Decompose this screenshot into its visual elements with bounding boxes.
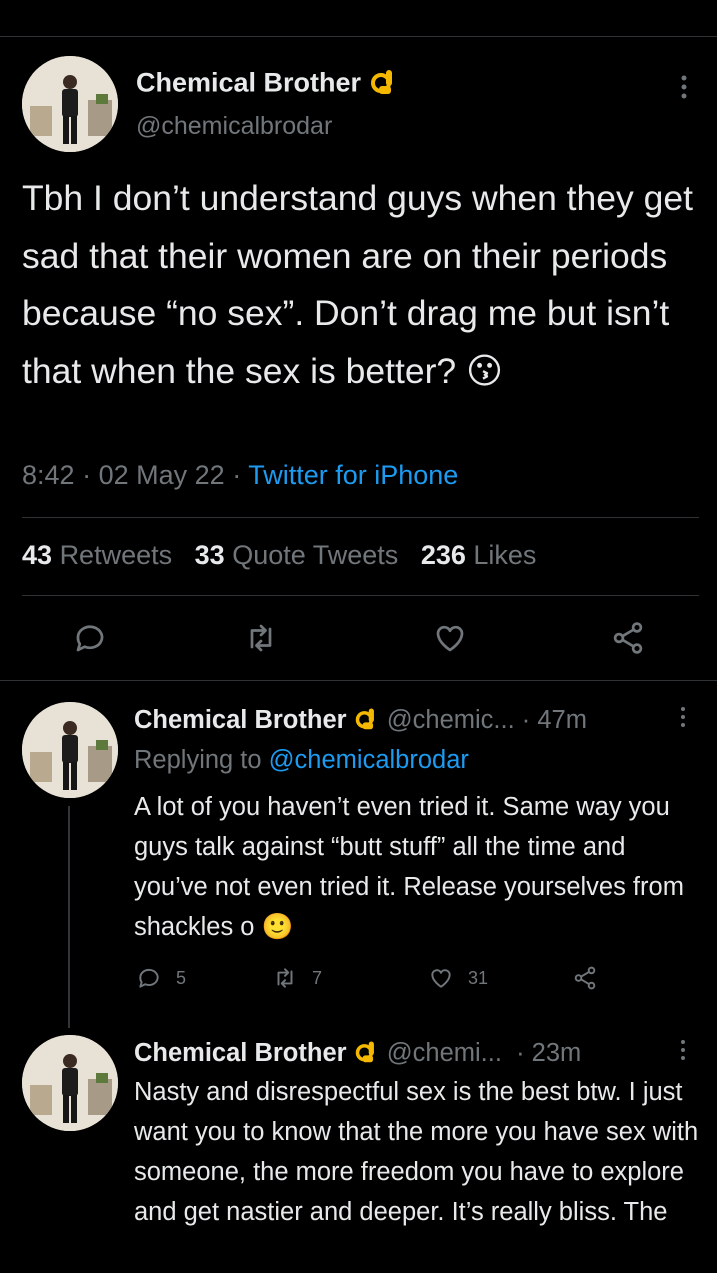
ok-hand-emoji <box>354 1038 380 1071</box>
reply-time: · 23m <box>516 1039 582 1068</box>
share-button[interactable] <box>572 965 612 991</box>
more-options-icon[interactable] <box>678 74 690 105</box>
reply-header: Chemical Brother @chemi... · 23m <box>134 1038 581 1071</box>
tweet-date: 02 May 22 <box>98 460 225 490</box>
like-button[interactable] <box>432 620 468 656</box>
likes-stat[interactable]: 236 Likes <box>421 540 537 570</box>
author-handle[interactable]: @chemicalbrodar <box>136 112 332 141</box>
avatar-photo <box>22 56 118 152</box>
share-icon <box>613 622 643 654</box>
avatar[interactable] <box>22 702 118 798</box>
replying-to: Replying to @chemicalbrodar <box>134 746 469 774</box>
more-options-icon[interactable] <box>678 1039 688 1066</box>
retweet-icon <box>277 968 293 988</box>
thread-line <box>68 806 70 1028</box>
divider <box>22 517 699 518</box>
tweet-text: Tbh I don’t understand guys when they ge… <box>22 178 693 391</box>
share-icon <box>574 966 596 990</box>
reply-time: · 47m <box>521 706 587 735</box>
tweet-meta: 8:42 · 02 May 22 · Twitter for iPhone <box>22 460 459 490</box>
more-options-icon[interactable] <box>678 706 688 733</box>
like-count: 31 <box>468 967 489 988</box>
reply-icon <box>139 968 159 988</box>
author-handle[interactable]: @chemic... <box>387 706 515 734</box>
retweet-count: 7 <box>312 967 323 988</box>
share-button[interactable] <box>610 620 646 656</box>
avatar[interactable] <box>22 1035 118 1131</box>
like-icon <box>431 969 451 988</box>
author-name[interactable]: Chemical Brother <box>136 66 399 103</box>
reply-button[interactable]: 5 <box>136 965 186 991</box>
retweet-button[interactable] <box>243 620 279 656</box>
tweet-stats: 43 Retweets 33 Quote Tweets 236 Likes <box>22 540 536 571</box>
avatar-photo <box>22 1035 118 1131</box>
ok-hand-emoji <box>354 705 380 738</box>
tweet-time: 8:42 <box>22 460 75 490</box>
reply-text: Nasty and disrespectful sex is the best … <box>134 1078 699 1226</box>
divider <box>0 680 717 681</box>
author-name[interactable]: Chemical Brother <box>134 1039 347 1067</box>
quote-tweets-stat[interactable]: 33 Quote Tweets <box>195 540 399 570</box>
divider <box>22 595 699 596</box>
reply-button[interactable] <box>72 620 108 656</box>
avatar-photo <box>22 702 118 798</box>
reply-count: 5 <box>176 967 187 988</box>
reply-text: A lot of you haven’t even tried it. Same… <box>134 793 684 941</box>
author-name[interactable]: Chemical Brother <box>134 706 347 734</box>
replying-to-link[interactable]: @chemicalbrodar <box>269 746 469 774</box>
avatar[interactable] <box>22 56 118 152</box>
author-handle[interactable]: @chemi... <box>387 1039 502 1067</box>
top-divider <box>0 36 717 37</box>
retweets-stat[interactable]: 43 Retweets <box>22 540 172 570</box>
like-icon <box>436 625 464 652</box>
retweet-icon <box>250 624 272 652</box>
retweet-button[interactable]: 7 <box>272 965 322 991</box>
like-button[interactable]: 31 <box>428 965 488 991</box>
reply-icon <box>76 625 104 652</box>
reply-header: Chemical Brother @chemic... · 47m <box>134 705 587 738</box>
ok-hand-emoji <box>369 66 399 103</box>
tweet-source[interactable]: Twitter for iPhone <box>248 460 458 490</box>
